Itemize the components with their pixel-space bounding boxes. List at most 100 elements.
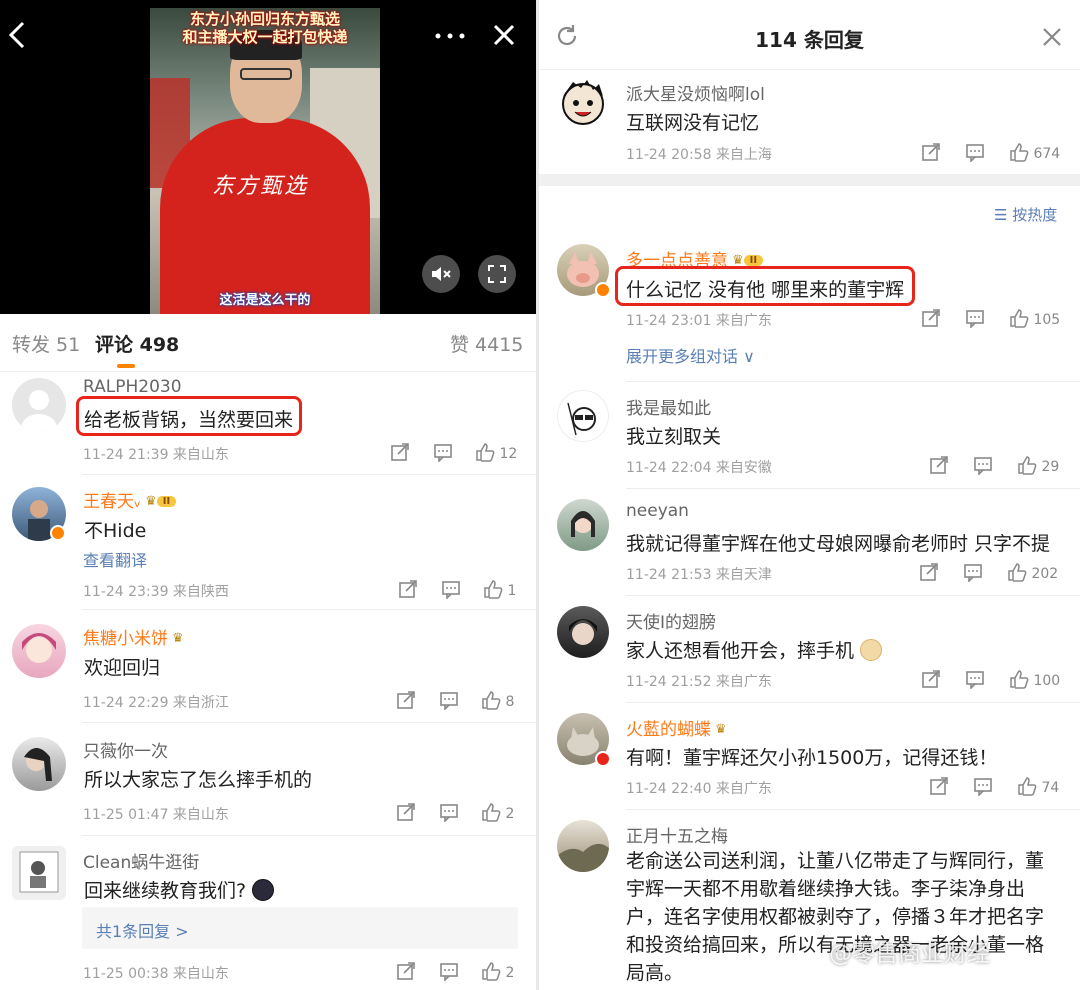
comment-meta: 11-24 21:39 来自山东 [83, 447, 229, 463]
close-icon[interactable] [492, 23, 516, 53]
reply-icon[interactable] [965, 669, 985, 693]
comment-username[interactable]: RALPH2030 [83, 377, 182, 397]
share-icon[interactable] [929, 455, 949, 479]
comment-text-content: 回来继续教育我们? [84, 880, 247, 902]
share-icon[interactable] [396, 802, 416, 826]
avatar[interactable] [557, 390, 609, 442]
crown-icon: ♛ [715, 722, 727, 737]
reply-icon[interactable] [965, 308, 985, 332]
share-icon[interactable] [921, 308, 941, 332]
translate-link[interactable]: 查看翻译 [83, 547, 147, 571]
tab-likes[interactable]: 赞 4415 [450, 330, 523, 357]
comment-username[interactable]: 火藍的蝴蝶 ♛ [626, 715, 727, 740]
comment-text: 家人还想看他开会，摔手机 [626, 636, 883, 663]
reply-icon[interactable] [439, 690, 459, 714]
share-icon[interactable] [921, 669, 941, 693]
like-count: 74 [1041, 780, 1060, 796]
comment-username[interactable]: neeyan [626, 501, 689, 521]
like-button[interactable]: 100 [1009, 669, 1060, 689]
share-icon[interactable] [390, 442, 410, 466]
like-button[interactable]: 29 [1017, 455, 1059, 475]
reply-icon[interactable] [973, 455, 993, 479]
avatar[interactable] [557, 499, 609, 551]
reply-icon[interactable] [439, 961, 459, 985]
comment-actions: 29 [929, 455, 1079, 477]
comment-meta: 11-24 23:01 来自广东 [626, 313, 772, 329]
like-button[interactable]: 105 [1009, 308, 1060, 328]
like-button[interactable]: 8 [481, 690, 514, 710]
comment-text-content: 家人还想看他开会，摔手机 [626, 640, 855, 662]
reply-icon[interactable] [441, 579, 461, 603]
reply-icon[interactable] [963, 562, 983, 586]
avatar[interactable] [12, 737, 66, 791]
avatar[interactable] [557, 78, 609, 130]
post-tabs: 转发 51 评论 498 赞 4415 [0, 314, 536, 372]
comment-username[interactable]: 正月十五之梅 [626, 822, 728, 847]
sort-icon: ☰ [994, 206, 1008, 224]
like-button[interactable]: 2 [481, 802, 514, 822]
replies-title: 114 条回复 [755, 28, 864, 52]
avatar[interactable] [12, 624, 66, 678]
share-icon[interactable] [919, 562, 939, 586]
like-button[interactable]: 1 [483, 579, 516, 599]
like-count: 1 [507, 583, 517, 599]
comment-text: 给老板背锅，当然要回来 [84, 409, 294, 431]
comment-text: 欢迎回归 [84, 657, 161, 679]
video-subtitle: 这活是这么干的 [219, 293, 311, 308]
comment-item: 王春天ᵥ ♛ II 不Hide 查看翻译 11-24 23:39 来自陕西 1 [0, 475, 536, 610]
comment-username[interactable]: 王春天ᵥ ♛ II [83, 487, 177, 512]
expand-thread-link[interactable]: 展开更多组对话 ∨ [626, 343, 755, 367]
comment-meta: 11-24 21:52 来自广东 [626, 674, 772, 690]
chevron-left-icon[interactable] [8, 20, 26, 56]
comment-actions: 8 [396, 690, 526, 712]
more-dots-icon[interactable] [434, 18, 466, 54]
like-button[interactable]: 202 [1007, 562, 1058, 582]
comment-text: 我立刻取关 [626, 426, 722, 448]
share-icon[interactable] [396, 690, 416, 714]
replies-box[interactable]: 共1条回复 > [82, 907, 518, 949]
comment-username[interactable]: 派大星没烦恼啊lol [626, 80, 765, 105]
comment-username[interactable]: 我是最如此 [626, 394, 711, 419]
share-icon[interactable] [396, 961, 416, 985]
reply-icon[interactable] [439, 802, 459, 826]
comment-item: 只薇你一次 所以大家忘了怎么摔手机的 11-25 01:47 来自山东 2 [0, 723, 536, 835]
video-person-body [160, 118, 370, 314]
comment-item: Clean蜗牛逛街 回来继续教育我们? 共1条回复 > 11-25 00:38 … [0, 836, 536, 990]
comment-meta: 11-24 22:04 来自安徽 [626, 460, 772, 476]
fullscreen-icon[interactable] [478, 255, 516, 293]
avatar[interactable] [12, 846, 66, 900]
reply-icon[interactable] [433, 442, 453, 466]
like-button[interactable]: 2 [481, 961, 514, 981]
like-count: 2 [505, 965, 515, 981]
tab-comments[interactable]: 评论 498 [95, 330, 179, 357]
mute-icon[interactable] [422, 255, 460, 293]
sort-button[interactable]: ☰ 按热度 [994, 204, 1057, 225]
comment-actions: 2 [396, 802, 526, 824]
reply-icon[interactable] [965, 142, 985, 166]
video-frame: 东方甄选 东方小孙回归东方甄选 和主播大权一起打包快递 这活是这么干的 [150, 8, 380, 314]
share-icon[interactable] [929, 776, 949, 800]
like-button[interactable]: 12 [475, 442, 517, 462]
like-button[interactable]: 74 [1017, 776, 1059, 796]
comment-actions: 674 [921, 142, 1080, 164]
replies-panel: 114 条回复 派大星没烦恼啊lol 互联网没有记忆 11-24 20:58 来… [539, 0, 1080, 990]
comment-actions: 100 [921, 669, 1080, 691]
comment-username[interactable]: 焦糖小米饼 ♛ [83, 624, 184, 649]
comment-username[interactable]: Clean蜗牛逛街 [83, 848, 199, 873]
comment-username[interactable]: 只薇你一次 [83, 737, 168, 762]
verified-badge [595, 282, 611, 298]
share-icon[interactable] [921, 142, 941, 166]
reply-icon[interactable] [973, 776, 993, 800]
video-player[interactable]: 东方甄选 东方小孙回归东方甄选 和主播大权一起打包快递 这活是这么干的 [0, 0, 536, 314]
avatar[interactable] [557, 606, 609, 658]
like-button[interactable]: 674 [1009, 142, 1060, 162]
reply-item: neeyan 我就记得董宇辉在他丈母娘网曝俞老师时 只字不提 11-24 21:… [539, 489, 1080, 595]
sort-label: 按热度 [1012, 206, 1058, 224]
close-icon[interactable] [1042, 27, 1062, 51]
avatar[interactable] [12, 378, 66, 432]
tab-repost[interactable]: 转发 51 [12, 330, 80, 357]
comment-username[interactable]: 天使I的翅膀 [626, 608, 716, 633]
share-icon[interactable] [398, 579, 418, 603]
avatar[interactable] [557, 820, 609, 872]
replies-link[interactable]: 共1条回复 > [96, 918, 189, 942]
